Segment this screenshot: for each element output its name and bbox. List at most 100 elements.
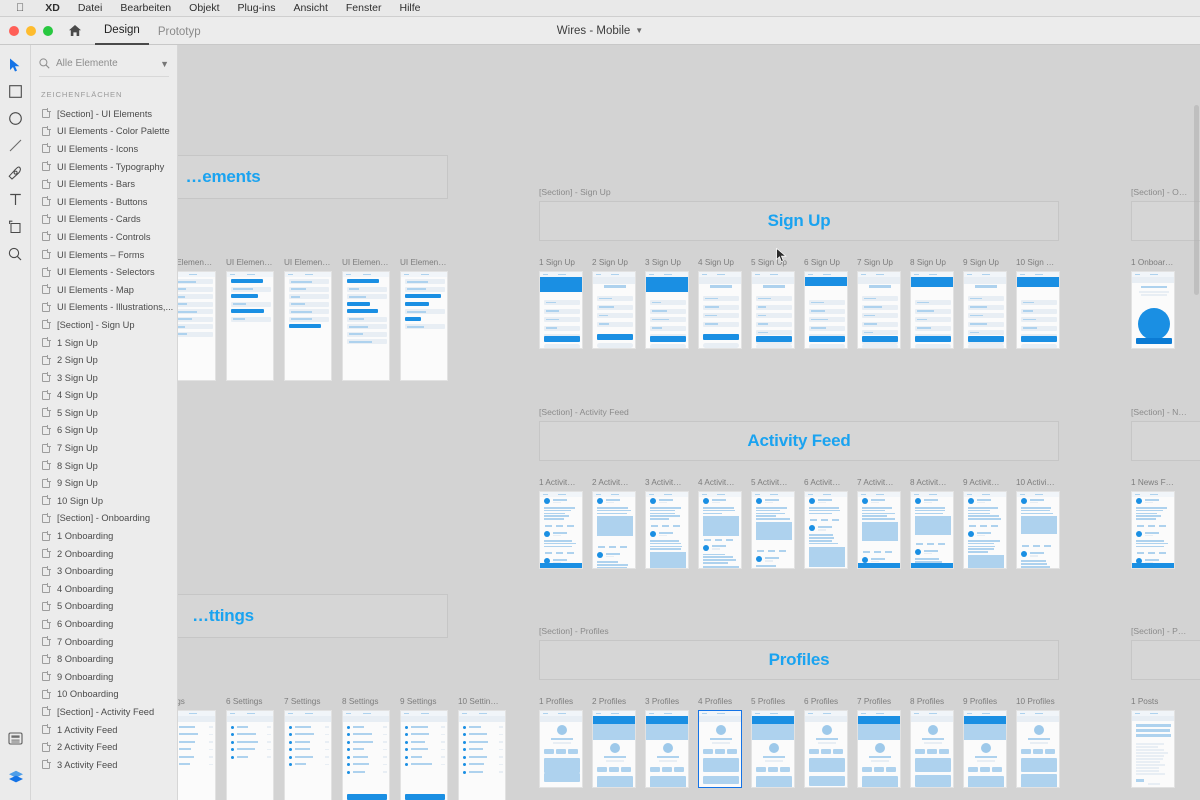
artboard-thumbnail[interactable] bbox=[910, 271, 954, 349]
section-onboarding-right[interactable]: [Section] - O… bbox=[1131, 187, 1200, 241]
layer-item[interactable]: UI Elements - Selectors bbox=[31, 263, 177, 281]
maximize-window-button[interactable] bbox=[43, 25, 53, 36]
artboard-thumbnail[interactable] bbox=[400, 710, 448, 800]
pen-tool[interactable] bbox=[2, 159, 28, 186]
artboard-thumbnail-cell[interactable]: 8 Sign Up bbox=[910, 258, 954, 349]
layer-item[interactable]: UI Elements - Icons bbox=[31, 140, 177, 158]
artboard-thumbnail-cell[interactable]: 2 Activit… bbox=[592, 478, 636, 569]
thumbnail-row-profiles[interactable]: 1 Profiles 2 Profiles 3 Profiles 4 Profiles… bbox=[539, 697, 1060, 788]
section-ui-elements[interactable]: …ements bbox=[178, 151, 448, 199]
artboard-thumbnail[interactable] bbox=[645, 491, 689, 569]
artboard-thumbnail-cell[interactable]: 8 Activit… bbox=[910, 478, 954, 569]
home-icon[interactable] bbox=[67, 23, 83, 39]
menu-item-plugins[interactable]: Plug-ins bbox=[229, 3, 285, 14]
artboard-thumbnail[interactable] bbox=[857, 491, 901, 569]
artboard-thumbnail-cell[interactable]: 6 Activit… bbox=[804, 478, 848, 569]
menu-item-ansicht[interactable]: Ansicht bbox=[284, 3, 336, 14]
artboard-thumbnail[interactable] bbox=[539, 491, 583, 569]
artboard-thumbnail-cell[interactable]: 10 Profiles bbox=[1016, 697, 1060, 788]
artboard-thumbnail[interactable] bbox=[910, 710, 954, 788]
artboard-thumbnail-cell[interactable]: 3 Profiles bbox=[645, 697, 689, 788]
close-window-button[interactable] bbox=[9, 25, 19, 36]
artboard-thumbnail-cell[interactable]: 10 Settin… bbox=[458, 697, 506, 800]
thumbnail-row-settings[interactable]: …gs 6 Settings 7 Settings 8 Settings 9 Setti… bbox=[178, 697, 506, 800]
artboard-thumbnail-cell[interactable]: 3 Sign Up bbox=[645, 258, 689, 349]
artboard-thumbnail-cell[interactable]: 7 Settings bbox=[284, 697, 332, 800]
thumbnail-row-posts-right[interactable]: 1 Posts bbox=[1131, 697, 1175, 788]
artboard-thumbnail[interactable] bbox=[539, 271, 583, 349]
menu-item-datei[interactable]: Datei bbox=[69, 3, 112, 14]
artboard-thumbnail-cell[interactable]: 6 Profiles bbox=[804, 697, 848, 788]
artboard-thumbnail-cell[interactable]: 2 Profiles bbox=[592, 697, 636, 788]
artboard-thumbnail[interactable] bbox=[804, 271, 848, 349]
artboard-thumbnail-cell[interactable]: UI Elemen… bbox=[226, 258, 274, 381]
artboard-thumbnail-cell[interactable]: 4 Sign Up bbox=[698, 258, 742, 349]
artboard-thumbnail-cell[interactable]: …Elemen… bbox=[178, 258, 216, 381]
layer-item[interactable]: [Section] - Activity Feed bbox=[31, 703, 177, 721]
artboard-thumbnail[interactable] bbox=[1016, 710, 1060, 788]
artboard-thumbnail-cell[interactable]: UI Elemen… bbox=[400, 258, 448, 381]
design-canvas[interactable]: …ements …Elemen… UI Elemen… UI Elemen… UI E… bbox=[178, 45, 1200, 800]
artboard-thumbnail-cell[interactable]: 9 Sign Up bbox=[963, 258, 1007, 349]
line-tool[interactable] bbox=[2, 132, 28, 159]
layer-item[interactable]: 6 Sign Up bbox=[31, 422, 177, 440]
artboard-thumbnail-cell[interactable]: UI Elemen… bbox=[284, 258, 332, 381]
section-settings[interactable]: …ttings bbox=[178, 590, 448, 638]
artboard-thumbnail-cell[interactable]: 8 Settings bbox=[342, 697, 390, 800]
layer-item[interactable]: UI Elements - Cards bbox=[31, 211, 177, 229]
artboard-thumbnail-cell[interactable]: 1 Posts bbox=[1131, 697, 1175, 788]
layer-item[interactable]: UI Elements - Controls bbox=[31, 228, 177, 246]
artboard-thumbnail[interactable] bbox=[178, 710, 216, 800]
artboard-thumbnail[interactable] bbox=[857, 710, 901, 788]
section-banner[interactable] bbox=[1131, 640, 1200, 680]
chevron-down-icon[interactable]: ▼ bbox=[160, 59, 169, 69]
layer-item[interactable]: 3 Onboarding bbox=[31, 562, 177, 580]
canvas-vertical-scrollbar[interactable] bbox=[1194, 105, 1199, 295]
layer-item[interactable]: 2 Activity Feed bbox=[31, 738, 177, 756]
layer-filter-row[interactable]: Alle Elemente ▼ bbox=[39, 51, 169, 77]
artboard-thumbnail-cell[interactable]: UI Elemen… bbox=[342, 258, 390, 381]
layer-item[interactable]: 8 Sign Up bbox=[31, 457, 177, 475]
layer-item[interactable]: UI Elements - Typography bbox=[31, 158, 177, 176]
layer-item[interactable]: 1 Sign Up bbox=[31, 334, 177, 352]
layer-item[interactable]: 4 Onboarding bbox=[31, 580, 177, 598]
libraries-icon[interactable] bbox=[3, 763, 29, 790]
artboard-thumbnail[interactable] bbox=[592, 271, 636, 349]
artboard-thumbnail[interactable] bbox=[751, 491, 795, 569]
layer-item[interactable]: 4 Sign Up bbox=[31, 387, 177, 405]
artboard-thumbnail-cell[interactable]: 5 Sign Up bbox=[751, 258, 795, 349]
section-banner[interactable] bbox=[1131, 421, 1200, 461]
menu-item-objekt[interactable]: Objekt bbox=[180, 3, 228, 14]
artboard-thumbnail-cell[interactable]: 3 Activit… bbox=[645, 478, 689, 569]
artboard-thumbnail[interactable] bbox=[342, 710, 390, 800]
layer-item[interactable]: [Section] - Onboarding bbox=[31, 510, 177, 528]
artboard-thumbnail-cell[interactable]: 7 Profiles bbox=[857, 697, 901, 788]
section-banner[interactable]: …ements bbox=[178, 155, 448, 199]
artboard-thumbnail[interactable] bbox=[645, 271, 689, 349]
artboard-thumbnail-cell[interactable]: 8 Profiles bbox=[910, 697, 954, 788]
artboard-thumbnail[interactable] bbox=[1131, 271, 1175, 349]
artboard-thumbnail-cell[interactable]: 4 Profiles bbox=[698, 697, 742, 788]
artboard-thumbnail[interactable] bbox=[1131, 491, 1175, 569]
artboard-thumbnail-cell[interactable]: 1 Activit… bbox=[539, 478, 583, 569]
artboard-thumbnail[interactable] bbox=[400, 271, 448, 381]
artboard-thumbnail[interactable] bbox=[458, 710, 506, 800]
layer-item[interactable]: 3 Activity Feed bbox=[31, 756, 177, 774]
section-banner[interactable] bbox=[1131, 201, 1200, 241]
artboard-thumbnail[interactable] bbox=[804, 710, 848, 788]
layer-item[interactable]: 6 Onboarding bbox=[31, 615, 177, 633]
thumbnail-row-ui-elements[interactable]: …Elemen… UI Elemen… UI Elemen… UI Elemen… UI… bbox=[178, 258, 448, 381]
thumbnail-row-onboarding-right[interactable]: 1 Onboar… bbox=[1131, 258, 1175, 349]
artboard-thumbnail-cell[interactable]: 1 News F… bbox=[1131, 478, 1175, 569]
text-tool[interactable] bbox=[2, 186, 28, 213]
artboard-thumbnail[interactable] bbox=[342, 271, 390, 381]
layer-item[interactable]: 7 Onboarding bbox=[31, 633, 177, 651]
layer-item[interactable]: 9 Onboarding bbox=[31, 668, 177, 686]
tab-prototyp[interactable]: Prototyp bbox=[149, 26, 210, 45]
artboard-thumbnail[interactable] bbox=[751, 271, 795, 349]
artboard-thumbnail-cell[interactable]: 6 Sign Up bbox=[804, 258, 848, 349]
section-sign-up[interactable]: [Section] - Sign Up Sign Up bbox=[539, 187, 1059, 241]
artboard-thumbnail-cell[interactable]: 5 Activit… bbox=[751, 478, 795, 569]
artboard-thumbnail-cell[interactable]: …gs bbox=[178, 697, 216, 800]
thumbnail-row-activity-feed[interactable]: 1 Activit… 2 Activit… 3 Activit… 4 Activit…… bbox=[539, 478, 1060, 569]
